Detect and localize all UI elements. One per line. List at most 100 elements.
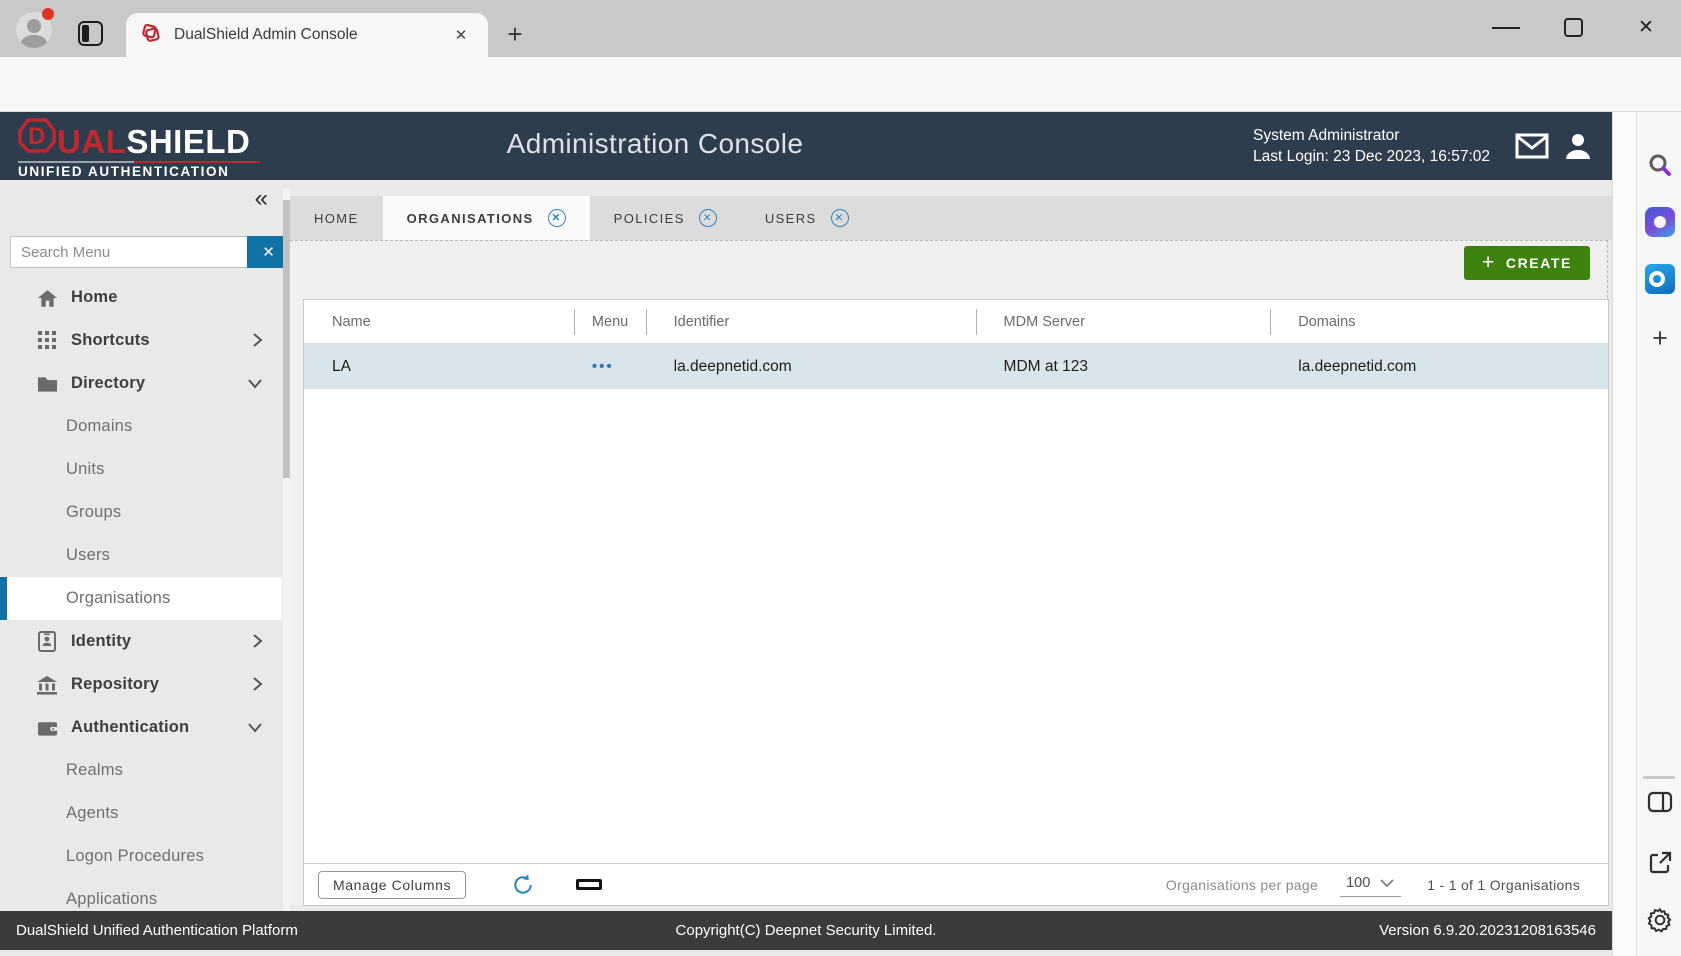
last-login: Last Login: 23 Dec 2023, 16:57:02 xyxy=(1253,146,1490,167)
sidebar-item-domains[interactable]: Domains xyxy=(0,405,282,448)
add-sidebar-app-icon[interactable]: + xyxy=(1645,323,1675,353)
sidebar-scrollbar[interactable] xyxy=(283,188,290,948)
dualshield-app-page: D UAL SHIELD UNIFIED AUTHENTICATION Admi… xyxy=(0,112,1612,956)
cell-name: LA xyxy=(304,344,574,389)
close-tab-icon[interactable]: ✕ xyxy=(548,209,566,227)
tab-title: DualShield Admin Console xyxy=(174,26,448,44)
column-header-mdm-server[interactable]: MDM Server xyxy=(976,300,1271,343)
search-input[interactable] xyxy=(10,236,247,268)
browser-toolbar: https://mfa.la.deepnetid.com:8073/dac/#/… xyxy=(0,57,1681,112)
user-name: System Administrator xyxy=(1253,125,1490,146)
table-header: Name Menu Identifier MDM Server Domains xyxy=(304,300,1608,344)
sidebar: « ✕ Home Shortcuts Directory Domains Uni… xyxy=(0,180,290,956)
sidebar-item-home[interactable]: Home xyxy=(0,276,282,319)
plus-icon: + xyxy=(1482,253,1496,273)
pagination-controls: Organisations per page 100 1 - 1 of 1 Or… xyxy=(1166,873,1594,897)
sidebar-scrollbar-thumb[interactable] xyxy=(283,200,290,478)
browser-tab[interactable]: DualShield Admin Console ✕ xyxy=(126,13,488,57)
bing-search-icon[interactable] xyxy=(1645,150,1675,180)
chevron-right-icon xyxy=(250,631,264,656)
chevron-down-icon xyxy=(1379,878,1395,888)
outlook-icon[interactable] xyxy=(1645,264,1675,294)
footer-copyright-text: Copyright(C) Deepnet Security Limited. xyxy=(0,922,1612,939)
id-badge-icon xyxy=(36,631,58,653)
sidebar-panel-icon[interactable] xyxy=(1645,787,1675,817)
sidebar-nav: Home Shortcuts Directory Domains Units G… xyxy=(0,276,282,921)
page-scrollbar-gutter[interactable] xyxy=(1612,112,1636,956)
sidebar-item-units[interactable]: Units xyxy=(0,448,282,491)
sidebar-item-directory[interactable]: Directory xyxy=(0,362,282,405)
table-footer: Manage Columns Organisations per page 10… xyxy=(304,863,1608,905)
tab-organisations[interactable]: ORGANISATIONS ✕ xyxy=(383,196,590,240)
main-content: HOME ORGANISATIONS ✕ POLICIES ✕ USERS ✕ … xyxy=(290,180,1612,956)
sidebar-item-authentication[interactable]: Authentication xyxy=(0,706,282,749)
close-tab-icon[interactable]: ✕ xyxy=(699,209,717,227)
microsoft-365-icon[interactable] xyxy=(1645,207,1675,237)
browser-tab-strip: DualShield Admin Console ✕ + ✕ xyxy=(0,0,1681,57)
sidebar-item-groups[interactable]: Groups xyxy=(0,491,282,534)
window-minimize-button[interactable] xyxy=(1492,27,1520,29)
grid-icon xyxy=(36,330,58,352)
rail-divider xyxy=(1643,776,1675,779)
sidebar-item-identity[interactable]: Identity xyxy=(0,620,282,663)
app-footer: DualShield Unified Authentication Platfo… xyxy=(0,911,1612,950)
window-close-button[interactable]: ✕ xyxy=(1632,15,1660,41)
sidebar-item-repository[interactable]: Repository xyxy=(0,663,282,706)
action-toolbar: + CREATE xyxy=(290,241,1607,299)
organisations-pane: + CREATE Name Menu Identifier MDM Server… xyxy=(290,240,1608,905)
user-info: System Administrator Last Login: 23 Dec … xyxy=(1253,125,1490,167)
open-external-icon[interactable] xyxy=(1645,847,1675,877)
folder-icon xyxy=(36,373,58,395)
window-maximize-button[interactable] xyxy=(1564,18,1583,37)
sidebar-item-organisations[interactable]: Organisations xyxy=(0,577,282,620)
organisations-table: Name Menu Identifier MDM Server Domains … xyxy=(303,299,1609,906)
workspaces-icon[interactable] xyxy=(78,21,103,46)
manage-columns-button[interactable]: Manage Columns xyxy=(318,871,466,899)
column-header-name[interactable]: Name xyxy=(304,300,574,343)
tab-users[interactable]: USERS ✕ xyxy=(741,196,873,240)
new-tab-button[interactable]: + xyxy=(502,22,528,48)
pagination-range: 1 - 1 of 1 Organisations xyxy=(1427,877,1580,893)
row-density-icon[interactable] xyxy=(576,879,602,890)
dualshield-favicon xyxy=(140,22,162,49)
per-page-label: Organisations per page xyxy=(1166,877,1318,893)
sidebar-item-logon-procedures[interactable]: Logon Procedures xyxy=(0,835,282,878)
cell-mdm-server: MDM at 123 xyxy=(976,344,1271,389)
footer-version-text: Version 6.9.20.20231208163546 xyxy=(1379,922,1596,939)
app-header: D UAL SHIELD UNIFIED AUTHENTICATION Admi… xyxy=(0,112,1612,180)
sidebar-item-users[interactable]: Users xyxy=(0,534,282,577)
sidebar-item-agents[interactable]: Agents xyxy=(0,792,282,835)
settings-gear-icon[interactable] xyxy=(1645,905,1675,935)
tab-close-button[interactable]: ✕ xyxy=(448,22,474,48)
close-tab-icon[interactable]: ✕ xyxy=(831,209,849,227)
page-title: Administration Console xyxy=(0,128,1310,160)
document-tab-bar: HOME ORGANISATIONS ✕ POLICIES ✕ USERS ✕ xyxy=(290,196,1612,240)
per-page-select[interactable]: 100 xyxy=(1340,873,1401,897)
column-header-identifier[interactable]: Identifier xyxy=(646,300,976,343)
sidebar-item-realms[interactable]: Realms xyxy=(0,749,282,792)
create-button[interactable]: + CREATE xyxy=(1464,246,1590,280)
tab-home[interactable]: HOME xyxy=(290,196,383,240)
sidebar-item-shortcuts[interactable]: Shortcuts xyxy=(0,319,282,362)
chevron-right-icon xyxy=(250,674,264,699)
mail-icon[interactable] xyxy=(1514,130,1550,162)
column-header-domains[interactable]: Domains xyxy=(1270,300,1597,343)
refresh-table-icon[interactable] xyxy=(508,870,538,900)
chevron-down-icon xyxy=(246,717,264,742)
table-empty-area xyxy=(304,389,1608,863)
home-icon xyxy=(36,287,58,309)
cell-domains: la.deepnetid.com xyxy=(1270,344,1597,389)
sidebar-search-row: ✕ xyxy=(10,236,290,268)
column-header-menu[interactable]: Menu xyxy=(574,300,646,343)
tab-policies[interactable]: POLICIES ✕ xyxy=(590,196,741,240)
bank-icon xyxy=(36,674,58,696)
wallet-icon xyxy=(36,717,58,739)
chevron-down-icon xyxy=(246,373,264,398)
chevron-right-icon xyxy=(250,330,264,355)
user-account-icon[interactable] xyxy=(1560,130,1596,162)
sidebar-collapse-button[interactable]: « xyxy=(255,186,268,212)
table-row[interactable]: LA ••• la.deepnetid.com MDM at 123 la.de… xyxy=(304,344,1608,389)
logo-rule xyxy=(18,161,260,163)
row-menu-button[interactable]: ••• xyxy=(574,344,646,389)
cell-identifier: la.deepnetid.com xyxy=(646,344,976,389)
